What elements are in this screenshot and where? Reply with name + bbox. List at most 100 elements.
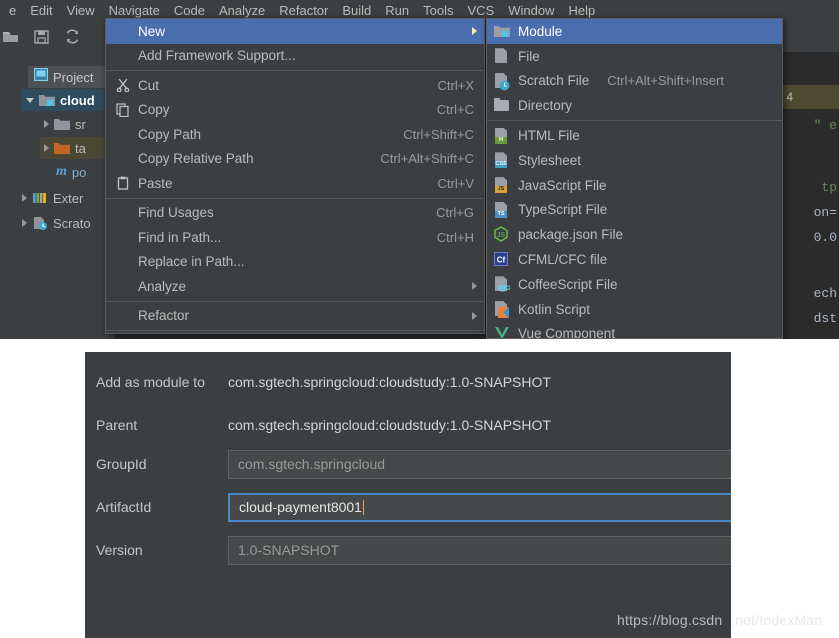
submenu-item-typescript-file[interactable]: TS TypeScript File: [487, 198, 782, 223]
submenu-item-directory[interactable]: Directory: [487, 93, 782, 118]
code-fragment-5: ech: [813, 286, 837, 301]
context-menu-label-copy-relative-path: Copy Relative Path: [138, 151, 254, 167]
tree-node-external-libraries[interactable]: Exter: [18, 187, 119, 209]
context-menu-shortcut-copy-path: Ctrl+Shift+C: [403, 126, 474, 142]
context-menu-item-add-framework-support[interactable]: Add Framework Support...: [106, 44, 484, 69]
submenu-item-javascript-file[interactable]: JS JavaScript File: [487, 173, 782, 198]
submenu-label-package-json-file: package.json File: [518, 227, 624, 243]
label-version: Version: [96, 542, 143, 558]
context-menu-label-add-framework-support: Add Framework Support...: [138, 48, 296, 64]
submenu-label-stylesheet: Stylesheet: [518, 152, 582, 168]
context-menu-item-analyze[interactable]: Analyze: [106, 274, 484, 299]
javascript-file-icon: JS: [493, 176, 511, 194]
chevron-down-icon[interactable]: [26, 97, 34, 103]
version-input[interactable]: 1.0-SNAPSHOT: [228, 535, 731, 565]
chevron-right-icon[interactable]: [44, 144, 49, 152]
context-menu-item-cut[interactable]: Cut Ctrl+X: [106, 73, 484, 98]
label-parent: Parent: [96, 417, 138, 433]
menu-item-file[interactable]: e: [2, 0, 23, 21]
context-menu[interactable]: New Add Framework Support... Cut Ctrl+X …: [105, 18, 485, 334]
menu-item-view[interactable]: View: [60, 0, 102, 21]
submenu-item-kotlin-script[interactable]: Kotlin Script: [487, 297, 782, 322]
context-menu-label-find-usages: Find Usages: [138, 205, 214, 221]
context-menu-item-paste[interactable]: Paste Ctrl+V: [106, 171, 484, 196]
context-menu-item-find-in-path[interactable]: Find in Path... Ctrl+H: [106, 225, 484, 250]
submenu-label-coffeescript-file: CoffeeScript File: [518, 276, 618, 292]
blank-icon: [114, 308, 132, 324]
field-row-version: Version 1.0-SNAPSHOT: [85, 532, 731, 568]
menu-separator: [487, 120, 782, 122]
value-parent[interactable]: com.sgtech.springcloud:cloudstudy:1.0-SN…: [228, 417, 551, 433]
submenu-item-html-file[interactable]: H HTML File: [487, 123, 782, 148]
project-panel-header[interactable]: Project: [28, 66, 115, 88]
context-menu-item-find-usages[interactable]: Find Usages Ctrl+G: [106, 201, 484, 226]
save-icon[interactable]: [33, 28, 50, 45]
blank-icon: [114, 48, 132, 64]
scratch-file-icon: [493, 72, 511, 91]
module-folder-icon: [39, 93, 55, 107]
tree-label-scratches: Scrato: [53, 215, 91, 231]
scissors-icon: [114, 77, 132, 93]
context-menu-shortcut-copy: Ctrl+C: [436, 102, 474, 118]
clipboard-icon: [114, 175, 132, 191]
groupid-input[interactable]: com.sgtech.springcloud: [228, 449, 731, 479]
module-icon: [493, 22, 511, 40]
context-menu-item-copy[interactable]: Copy Ctrl+C: [106, 98, 484, 123]
context-menu-item-new[interactable]: New: [106, 19, 484, 44]
artifactid-input[interactable]: cloud-payment8001: [228, 492, 731, 522]
target-folder-icon: [54, 141, 70, 155]
project-panel-title: Project: [53, 69, 94, 85]
tree-label-cloud: cloud: [60, 92, 95, 108]
context-menu-item-copy-relative-path[interactable]: Copy Relative Path Ctrl+Alt+Shift+C: [106, 147, 484, 172]
chevron-right-icon[interactable]: [22, 219, 27, 227]
text-caret: [362, 499, 364, 515]
code-fragment-3: on=: [813, 205, 837, 220]
tree-node-scratches[interactable]: Scrato: [18, 212, 119, 234]
context-menu-item-refactor[interactable]: Refactor: [106, 304, 484, 329]
submenu-item-vue-component[interactable]: Vue Component: [487, 322, 782, 339]
context-menu-label-copy: Copy: [138, 102, 170, 118]
context-menu-item-copy-path[interactable]: Copy Path Ctrl+Shift+C: [106, 122, 484, 147]
nodejs-package-icon: JS: [493, 225, 511, 244]
blank-icon: [114, 254, 132, 270]
submenu-item-file[interactable]: File: [487, 44, 782, 69]
code-fragment-1: " e: [813, 118, 837, 133]
tree-label-external-libraries: Exter: [53, 190, 84, 206]
submenu-label-html-file: HTML File: [518, 128, 580, 144]
html-file-icon: H: [493, 127, 511, 145]
value-add-as-module-to[interactable]: com.sgtech.springcloud:cloudstudy:1.0-SN…: [228, 374, 551, 390]
sync-icon[interactable]: [64, 28, 81, 45]
submenu-label-javascript-file: JavaScript File: [518, 177, 607, 193]
maven-m-icon: m: [56, 164, 67, 179]
tree-label-pom: po: [71, 164, 87, 180]
submenu-arrow-icon: [472, 27, 477, 36]
chevron-right-icon[interactable]: [22, 194, 27, 202]
context-menu-shortcut-find-usages: Ctrl+G: [436, 205, 474, 221]
cfml-file-icon: Cf: [493, 251, 511, 269]
submenu-item-cfml-cfc-file[interactable]: Cf CFML/CFC file: [487, 247, 782, 272]
submenu-item-scratch-file[interactable]: Scratch File Ctrl+Alt+Shift+Insert: [487, 69, 782, 94]
label-artifactid: ArtifactId: [96, 499, 152, 515]
submenu-label-vue-component: Vue Component: [518, 326, 616, 339]
chevron-right-icon[interactable]: [44, 120, 49, 128]
menu-item-edit[interactable]: Edit: [23, 0, 59, 21]
submenu-item-package-json-file[interactable]: JS package.json File: [487, 222, 782, 247]
submenu-item-stylesheet[interactable]: CSS Stylesheet: [487, 148, 782, 173]
context-menu-shortcut-find-in-path: Ctrl+H: [436, 229, 474, 245]
submenu-item-module[interactable]: Module: [487, 19, 782, 44]
folder-icon: [54, 117, 70, 131]
vue-component-icon: [493, 325, 511, 338]
submenu-label-directory: Directory: [518, 98, 573, 114]
context-menu-item-replace-in-path[interactable]: Replace in Path...: [106, 250, 484, 275]
css-file-icon: CSS: [493, 151, 511, 169]
field-row-groupid: GroupId com.sgtech.springcloud: [85, 446, 731, 482]
menu-separator: [106, 300, 484, 302]
new-submenu[interactable]: Module File Scratch File Ctrl+Alt+Shift+…: [486, 18, 783, 339]
open-folder-icon[interactable]: [2, 28, 19, 45]
submenu-item-coffeescript-file[interactable]: CoffeeScript File: [487, 272, 782, 297]
watermark-inside: https://blog.csdn: [617, 612, 723, 628]
submenu-label-cfml-cfc-file: CFML/CFC file: [518, 252, 608, 268]
tree-label-target: ta: [75, 140, 86, 156]
typescript-file-icon: TS: [493, 201, 511, 219]
menu-separator: [106, 70, 484, 71]
